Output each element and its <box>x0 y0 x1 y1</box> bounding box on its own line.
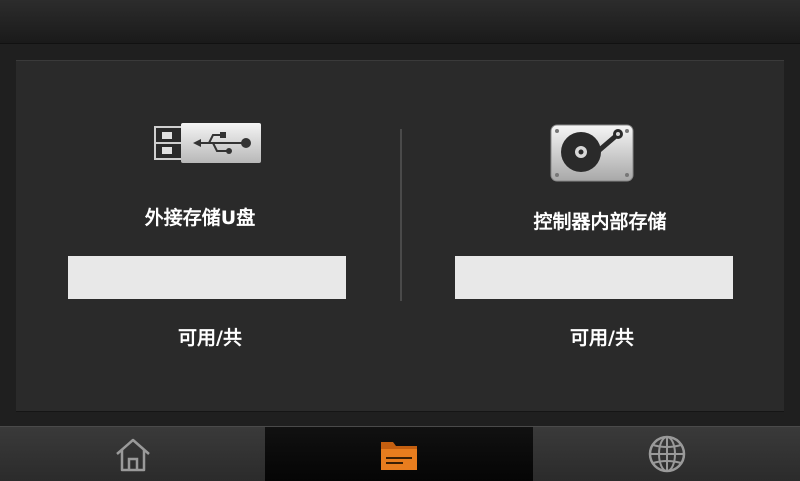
internal-usage-caption: 可用/共 <box>570 327 634 349</box>
folder-icon <box>381 442 417 470</box>
usb-usage-bar <box>68 256 346 299</box>
internal-storage-section[interactable]: 控制器内部存储 可用/共 <box>400 61 784 411</box>
internal-storage-title: 控制器内部存储 <box>533 211 667 233</box>
usb-storage-title: 外接存储U盘 <box>144 207 256 229</box>
nav-tab-home[interactable] <box>0 427 265 481</box>
usb-drive-icon <box>154 123 261 163</box>
usb-usage-caption: 可用/共 <box>178 327 242 349</box>
nav-tab-files[interactable] <box>265 427 533 481</box>
internal-usage-bar <box>455 256 733 299</box>
storage-panel: 外接存储U盘 可用/共 控制器内部存储 可用/共 <box>16 60 784 412</box>
usb-storage-section[interactable]: 外接存储U盘 可用/共 <box>16 61 400 411</box>
hard-disk-icon <box>550 124 634 182</box>
home-icon <box>115 438 150 472</box>
nav-tab-network[interactable] <box>533 427 800 481</box>
top-status-bar <box>0 0 800 44</box>
bottom-nav-bar <box>0 426 800 481</box>
globe-icon <box>648 435 685 473</box>
